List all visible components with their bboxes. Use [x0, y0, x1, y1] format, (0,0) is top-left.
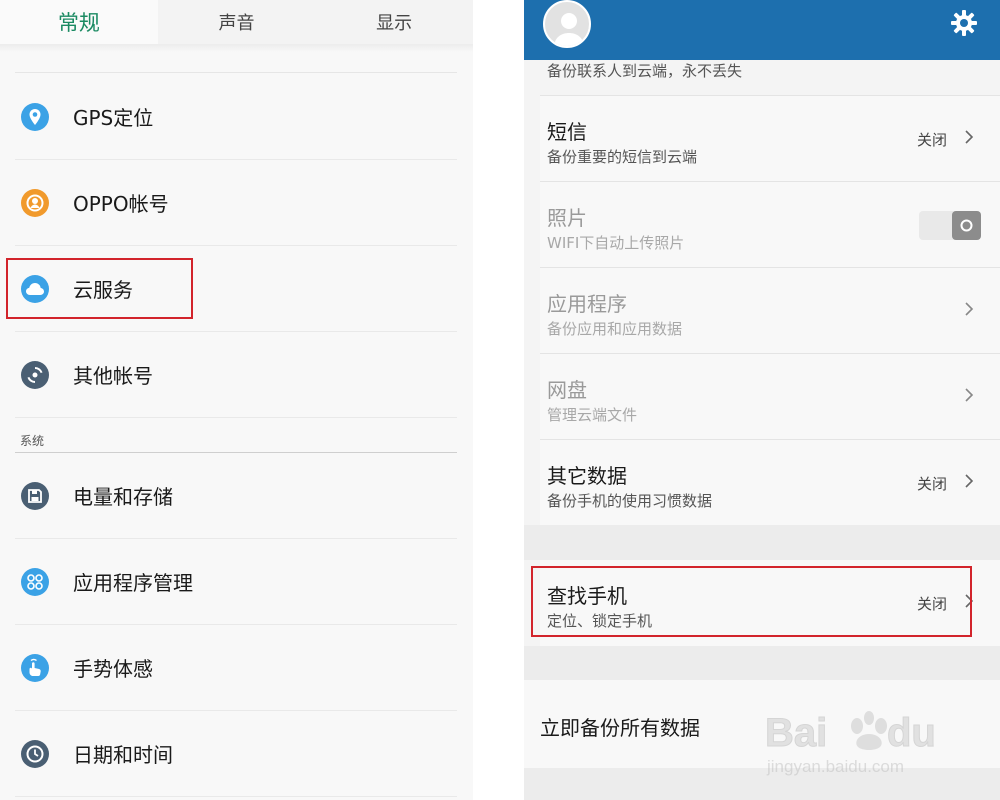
row-subtitle: 备份手机的使用习惯数据 — [547, 492, 713, 510]
header-bar — [524, 0, 1000, 60]
settings-item-date-time[interactable]: 日期和时间 — [15, 711, 457, 797]
settings-item-battery-storage[interactable]: 电量和存储 — [15, 453, 457, 539]
row-title: 网盘 — [547, 378, 587, 402]
avatar[interactable] — [543, 0, 591, 48]
cloud-service-panel: 备份联系人到云端，永不丢失 短信 备份重要的短信到云端 关闭 照片 WIFI下自… — [524, 0, 1000, 800]
photos-toggle[interactable] — [919, 211, 981, 240]
row-title: 其它数据 — [547, 464, 627, 488]
settings-item-gestures[interactable]: 手势体感 — [15, 625, 457, 711]
tab-general[interactable]: 常规 — [0, 0, 158, 44]
row-subtitle: 管理云端文件 — [547, 406, 638, 424]
status-text: 关闭 — [916, 131, 947, 149]
gesture-icon — [21, 653, 49, 682]
svg-text:du: du — [887, 711, 936, 755]
location-pin-icon — [21, 102, 49, 131]
settings-panel: 常规 声音 显示 GPS定位 OPPO帐号 云服务 其他帐号 系统 电量和存储 … — [0, 0, 474, 800]
section-header-system: 系统 — [20, 434, 45, 448]
chevron-right-icon — [965, 474, 974, 488]
cloud-row-apps[interactable]: 应用程序 备份应用和应用数据 — [540, 267, 1000, 353]
settings-item-gps[interactable]: GPS定位 — [15, 74, 457, 160]
chevron-right-icon — [965, 130, 974, 144]
settings-item-app-management[interactable]: 应用程序管理 — [15, 539, 457, 625]
divider — [15, 72, 457, 73]
contacts-subtitle: 备份联系人到云端，永不丢失 — [547, 62, 743, 80]
settings-item-label: 日期和时间 — [73, 743, 173, 767]
row-title: 照片 — [547, 206, 587, 230]
row-subtitle: 备份应用和应用数据 — [547, 320, 683, 338]
clock-icon — [21, 739, 49, 768]
row-title: 应用程序 — [547, 292, 627, 316]
baidu-jingyan-watermark: Bai du jingyan.baidu.com — [765, 711, 937, 777]
account-icon — [21, 188, 49, 217]
apps-icon — [21, 567, 49, 596]
settings-item-label: 其他帐号 — [73, 364, 153, 388]
settings-item-label: 电量和存储 — [73, 485, 173, 509]
settings-item-label: OPPO帐号 — [73, 192, 169, 216]
tab-divider — [0, 44, 473, 52]
sync-icon — [21, 360, 49, 389]
section-gap — [524, 525, 1000, 560]
cloud-row-photos[interactable]: 照片 WIFI下自动上传照片 — [540, 181, 1000, 267]
chevron-right-icon — [965, 388, 974, 402]
row-subtitle: WIFI下自动上传照片 — [547, 234, 685, 252]
settings-item-oppo-account[interactable]: OPPO帐号 — [15, 160, 457, 246]
cloud-row-sms[interactable]: 短信 备份重要的短信到云端 关闭 — [540, 95, 1000, 181]
row-subtitle: 备份重要的短信到云端 — [547, 148, 698, 166]
tab-bar: 常规 声音 显示 — [0, 0, 474, 44]
backup-all-label: 立即备份所有数据 — [540, 716, 700, 740]
cloud-row-other-data[interactable]: 其它数据 备份手机的使用习惯数据 关闭 — [540, 439, 1000, 525]
section-gap — [524, 646, 1000, 680]
highlight-box — [6, 258, 193, 319]
cloud-row-netdisk[interactable]: 网盘 管理云端文件 — [540, 353, 1000, 439]
svg-text:Bai: Bai — [765, 711, 827, 755]
settings-item-other-accounts[interactable]: 其他帐号 — [15, 332, 457, 418]
highlight-box — [531, 566, 972, 637]
settings-item-label: GPS定位 — [73, 106, 154, 130]
settings-item-label: 应用程序管理 — [73, 571, 193, 595]
chevron-right-icon — [965, 302, 974, 316]
svg-text:jingyan.baidu.com: jingyan.baidu.com — [766, 757, 904, 776]
status-text: 关闭 — [916, 475, 947, 493]
tab-display[interactable]: 显示 — [315, 0, 474, 44]
row-title: 短信 — [547, 120, 587, 144]
storage-icon — [21, 481, 49, 510]
settings-item-label: 手势体感 — [73, 657, 153, 681]
tab-sound[interactable]: 声音 — [157, 0, 316, 44]
gear-icon[interactable] — [950, 9, 978, 37]
